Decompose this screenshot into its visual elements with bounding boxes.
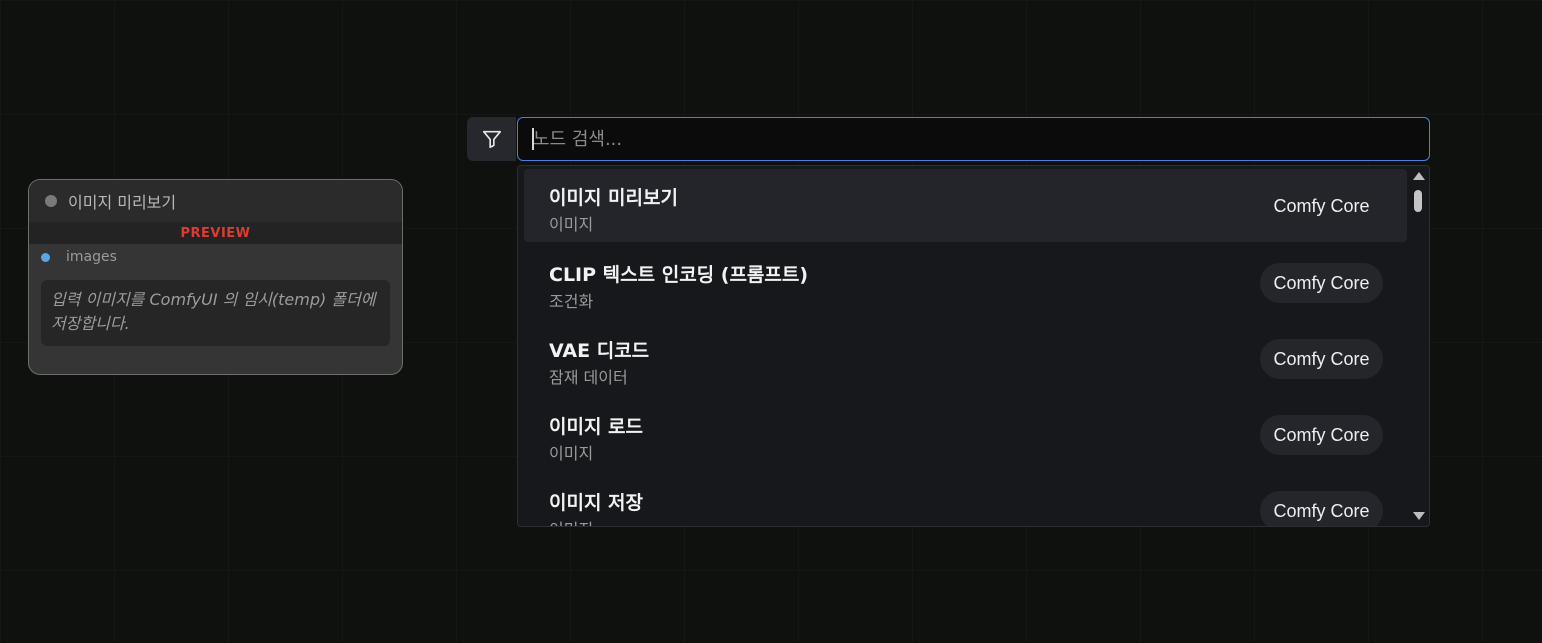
result-category: 이미지 [549, 516, 593, 526]
result-source-badge: Comfy Core [1260, 491, 1383, 526]
search-result-item[interactable]: 이미지 미리보기 이미지 Comfy Core [524, 169, 1407, 242]
scroll-thumb[interactable] [1414, 190, 1422, 212]
result-source-badge: Comfy Core [1273, 195, 1370, 216]
search-results-list[interactable]: 이미지 미리보기 이미지 Comfy Core CLIP 텍스트 인코딩 (프롬… [518, 166, 1409, 526]
result-name: CLIP 텍스트 인코딩 (프롬프트) [549, 264, 809, 286]
result-name: 이미지 미리보기 [549, 187, 678, 209]
preview-badge: PREVIEW [180, 225, 251, 241]
search-result-item[interactable]: VAE 디코드 잠재 데이터 Comfy Core [524, 322, 1407, 395]
search-result-item[interactable]: CLIP 텍스트 인코딩 (프롬프트) 조건화 Comfy Core [524, 246, 1407, 319]
result-source-badge: Comfy Core [1260, 339, 1383, 379]
input-slot-dot-icon[interactable] [41, 252, 50, 262]
result-name: VAE 디코드 [549, 340, 650, 362]
scroll-up-arrow-icon[interactable] [1413, 172, 1425, 180]
results-scrollbar[interactable] [1409, 166, 1429, 526]
search-result-item[interactable]: 이미지 로드 이미지 Comfy Core [524, 398, 1407, 471]
node-search-input[interactable] [517, 117, 1430, 161]
node-badge-row: PREVIEW [29, 222, 402, 244]
result-category: 이미지 [549, 444, 594, 463]
result-source-badge: Comfy Core [1260, 415, 1383, 455]
filter-icon [482, 130, 501, 149]
search-results-panel[interactable]: 이미지 미리보기 이미지 Comfy Core CLIP 텍스트 인코딩 (프롬… [517, 165, 1430, 527]
node-title: 이미지 미리보기 [68, 193, 177, 212]
scroll-down-arrow-icon[interactable] [1413, 512, 1425, 520]
result-name: 이미지 저장 [549, 492, 644, 514]
input-slot-label: images [66, 249, 117, 265]
result-source-badge: Comfy Core [1260, 263, 1383, 303]
result-category: 조건화 [549, 292, 594, 311]
text-caret [532, 128, 534, 150]
preview-image-node[interactable]: 이미지 미리보기 PREVIEW images 입력 이미지를 ComfyUI … [28, 179, 403, 375]
result-category: 이미지 [549, 215, 594, 234]
input-slot-images[interactable]: images [29, 244, 402, 270]
node-header[interactable]: 이미지 미리보기 [29, 180, 402, 222]
result-category: 잠재 데이터 [549, 368, 628, 387]
search-result-item[interactable]: 이미지 저장 이미지 Comfy Core [524, 474, 1407, 526]
result-name: 이미지 로드 [549, 416, 644, 438]
collapse-dot-icon[interactable] [45, 195, 57, 207]
filter-button[interactable] [467, 117, 516, 161]
node-description: 입력 이미지를 ComfyUI 의 임시(temp) 폴더에 저장합니다. [41, 280, 390, 346]
